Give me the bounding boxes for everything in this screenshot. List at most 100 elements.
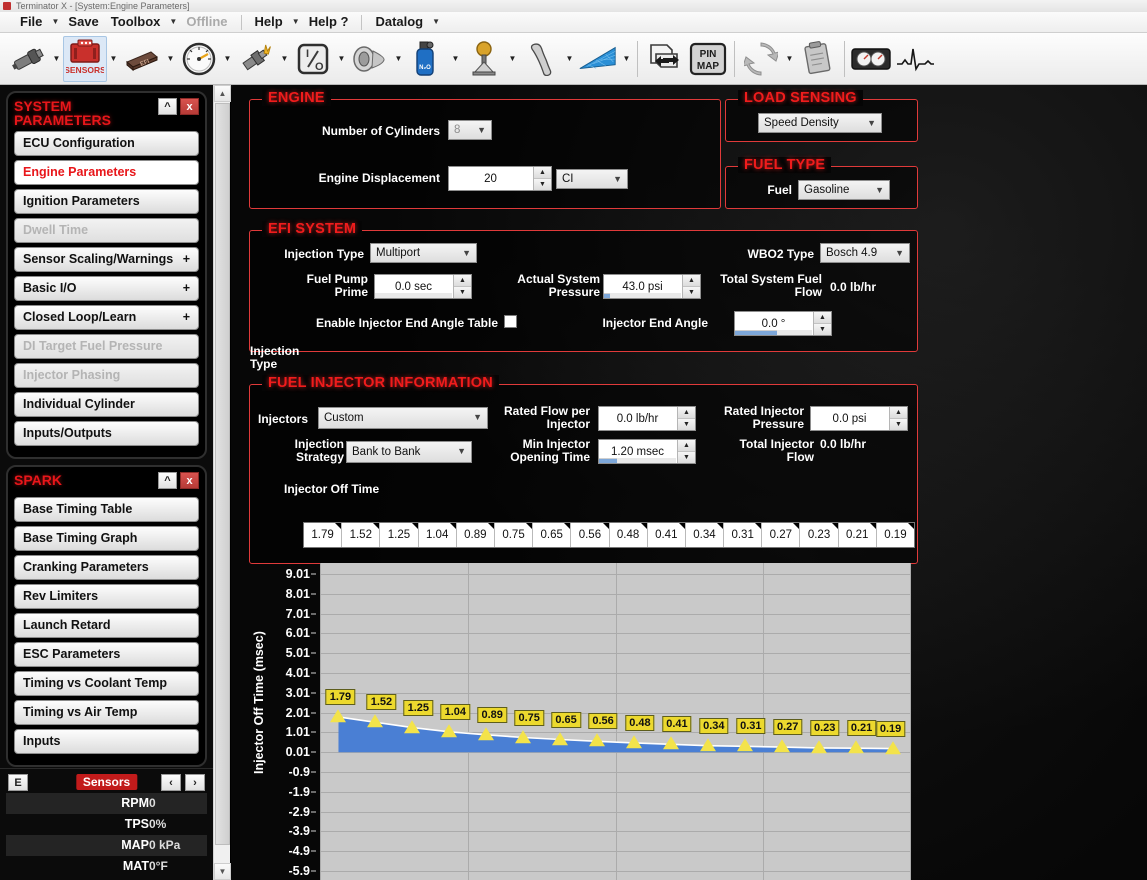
toolbar-waveform-button[interactable] [893,36,937,82]
toolbar-dual-gauges-button[interactable] [849,36,893,82]
rated-injector-pressure-input[interactable]: 0.0 psi ▲ ▼ [810,406,908,431]
chart-data-marker[interactable] [589,733,606,747]
chart-data-label[interactable]: 1.04 [440,703,470,720]
spinner-buttons[interactable]: ▲ ▼ [453,275,471,298]
injection-type-select[interactable]: Multiport ▼ [370,243,477,263]
menu-save[interactable]: Save [62,12,104,32]
spinner-buttons[interactable]: ▲ ▼ [677,440,695,463]
chart-data-marker[interactable] [552,731,569,745]
chart-data-label[interactable]: 0.21 [846,720,877,737]
sidebar-item-closed-loop-learn[interactable]: Closed Loop/Learn + [14,305,199,330]
toolbar-throttle-body-caret-icon[interactable]: ▼ [392,36,405,82]
spinner-down-icon[interactable]: ▼ [454,287,471,298]
toolbar-efi-ecu-button[interactable]: EFI [120,36,164,82]
chart-data-marker[interactable] [699,737,716,751]
toolbar-io-button[interactable]: I O [291,36,335,82]
wbo2-type-select[interactable]: Bosch 4.9 ▼ [820,243,910,263]
spinner-up-icon[interactable]: ▲ [890,407,907,419]
injector-off-time-cell[interactable]: 0.27 [762,523,801,547]
toolbar-gauge-caret-icon[interactable]: ▼ [221,36,234,82]
spinner-down-icon[interactable]: ▼ [678,419,695,430]
sidebar-item-basic-io[interactable]: Basic I/O + [14,276,199,301]
injector-off-time-cell[interactable]: 0.89 [457,523,495,547]
injector-off-time-cell[interactable]: 0.19 [877,523,915,547]
spinner-buttons[interactable]: ▲ ▼ [889,407,907,430]
spinner-buttons[interactable]: ▲ ▼ [682,275,700,298]
sidebar-item-engine-parameters[interactable]: Engine Parameters [14,160,199,185]
injector-off-time-cell[interactable]: 1.52 [342,523,381,547]
toolbar-gauge-button[interactable] [177,36,221,82]
toolbar-throttle-body-button[interactable] [348,36,392,82]
menu-help-caret-icon[interactable]: ▼ [289,12,303,32]
sensors-edit-button[interactable]: E [8,774,28,791]
menu-toolbox-caret-icon[interactable]: ▼ [166,12,180,32]
chart-data-label[interactable]: 1.79 [325,688,356,705]
chart-data-label[interactable]: 0.19 [875,720,906,737]
injector-off-time-cell[interactable]: 0.23 [800,523,839,547]
spinner-up-icon[interactable]: ▲ [454,275,471,287]
menu-datalog[interactable]: Datalog [369,12,429,32]
fuel-select[interactable]: Gasoline ▼ [798,180,890,200]
spinner-down-icon[interactable]: ▼ [534,179,551,190]
chart-data-marker[interactable] [478,726,495,740]
spinner-up-icon[interactable]: ▲ [534,167,551,179]
injector-off-time-cell[interactable]: 1.04 [419,523,457,547]
chart-data-marker[interactable] [773,739,790,753]
spark-collapse-icon[interactable]: ^ [158,472,177,489]
scroll-up-arrow-icon[interactable]: ▲ [214,85,231,102]
displacement-units-select[interactable]: CI ▼ [556,169,628,189]
chart-data-label[interactable]: 0.56 [588,713,618,730]
chart-data-label[interactable]: 0.65 [551,711,581,728]
toolbar-nitrous-bottle-button[interactable]: N₂O [405,36,449,82]
sensors-prev-button[interactable]: ‹ [161,774,181,791]
spinner-buttons[interactable]: ▲ ▼ [677,407,695,430]
spinner-up-icon[interactable]: ▲ [678,440,695,452]
toolbar-efi-ecu-caret-icon[interactable]: ▼ [164,36,177,82]
toolbar-sensors-button[interactable]: SENSORS [63,35,107,82]
toolbar-clipboard-button[interactable] [796,36,840,82]
sidebar-scrollbar[interactable]: ▲ ▼ [213,85,231,880]
spark-close-icon[interactable]: x [180,472,199,489]
number-of-cylinders-select[interactable]: 8 ▼ [448,120,492,140]
system-parameters-close-icon[interactable]: x [180,98,199,115]
chart-data-marker[interactable] [515,729,532,743]
injector-off-time-cell[interactable]: 0.56 [571,523,610,547]
menu-help-question[interactable]: Help ? [303,12,355,32]
chart-data-label[interactable]: 0.41 [662,716,692,733]
injector-off-time-table[interactable]: 1.79 1.52 1.25 1.04 0.89 0.75 0.65 0.56 0.48 0.41… [303,522,915,548]
toolbar-transfer-files-button[interactable] [642,36,686,82]
spinner-up-icon[interactable]: ▲ [678,407,695,419]
menu-file-caret-icon[interactable]: ▼ [48,12,62,32]
sidebar-item-timing-vs-coolant-temp[interactable]: Timing vs Coolant Temp [14,671,199,696]
injector-off-time-cell[interactable]: 0.41 [648,523,686,547]
sidebar-item-inputs-outputs[interactable]: Inputs/Outputs [14,421,199,446]
injector-off-time-cell[interactable]: 0.21 [839,523,877,547]
sidebar-item-cranking-parameters[interactable]: Cranking Parameters [14,555,199,580]
sidebar-item-base-timing-table[interactable]: Base Timing Table [14,497,199,522]
rated-flow-per-injector-input[interactable]: 0.0 lb/hr ▲ ▼ [598,406,696,431]
toolbar-spark-plug-caret-icon[interactable]: ▼ [278,36,291,82]
chart-data-label[interactable]: 1.52 [366,694,397,711]
chart-plot-area[interactable]: 1.79 1.52 1.25 1.04 0.89 0.75 0.65 0.56 0.48 0.41… [320,563,911,880]
chart-data-marker[interactable] [625,735,642,749]
chart-data-marker[interactable] [367,714,384,728]
chart-data-label[interactable]: 0.89 [477,706,507,723]
toolbar-ve-table-button[interactable] [576,36,620,82]
chart-data-marker[interactable] [884,740,901,754]
menu-toolbox[interactable]: Toolbox [105,12,167,32]
spinner-down-icon[interactable]: ▼ [678,452,695,463]
spinner-buttons[interactable]: ▲ ▼ [533,167,551,190]
spinner-down-icon[interactable]: ▼ [814,324,831,335]
injection-strategy-select[interactable]: Bank to Bank ▼ [346,441,472,463]
sidebar-item-timing-vs-air-temp[interactable]: Timing vs Air Temp [14,700,199,725]
injector-off-time-cell[interactable]: 0.65 [533,523,572,547]
toolbar-sensors-caret-icon[interactable]: ▼ [107,36,120,82]
menu-help[interactable]: Help [249,12,289,32]
injector-off-time-cell[interactable]: 0.31 [724,523,763,547]
chart-data-label[interactable]: 1.25 [403,699,434,716]
sidebar-item-rev-limiters[interactable]: Rev Limiters [14,584,199,609]
toolbar-pin-map-button[interactable]: PIN MAP [686,36,730,82]
toolbar-wrench-button[interactable] [519,36,563,82]
injector-off-time-cell[interactable]: 1.79 [304,523,343,547]
injectors-select[interactable]: Custom ▼ [318,407,488,429]
